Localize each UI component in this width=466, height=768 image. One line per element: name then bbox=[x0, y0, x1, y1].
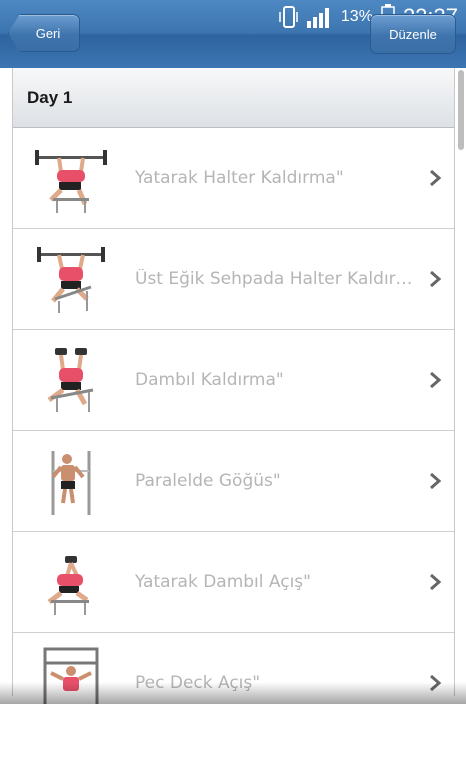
exercise-label: Yatarak Dambıl Açış" bbox=[135, 572, 311, 592]
bench-press-icon bbox=[35, 150, 107, 213]
chevron-right-icon bbox=[430, 472, 442, 490]
section-header: Day 1 bbox=[13, 68, 454, 128]
list-item[interactable]: Yatarak Halter Kaldırma" bbox=[13, 128, 454, 229]
bottom-shadow bbox=[0, 682, 466, 704]
parallel-dips-icon bbox=[51, 451, 91, 515]
back-button[interactable]: Geri bbox=[8, 14, 80, 52]
dumbbell-press-icon bbox=[47, 348, 94, 412]
bottom-area bbox=[0, 704, 466, 768]
scrollbar[interactable] bbox=[458, 70, 464, 150]
exercise-label: Yatarak Halter Kaldırma" bbox=[135, 168, 344, 188]
list-item[interactable]: Dambıl Kaldırma" bbox=[13, 330, 454, 431]
exercise-label: Üst Eğik Sehpada Halter Kaldırma" bbox=[135, 269, 427, 289]
chevron-right-icon bbox=[430, 270, 442, 288]
signal-icon bbox=[306, 8, 329, 28]
exercise-label: Paralelde Göğüs" bbox=[135, 471, 281, 491]
battery-percent: 13% bbox=[340, 8, 373, 25]
exercise-list: Day 1 Yatarak Halter Kaldırma" Üst Eğik … bbox=[12, 68, 455, 734]
list-item[interactable]: Yatarak Dambıl Açış" bbox=[13, 532, 454, 633]
list-item[interactable]: Paralelde Göğüs" bbox=[13, 431, 454, 532]
dumbbell-fly-icon bbox=[47, 556, 89, 615]
incline-bench-press-icon bbox=[37, 247, 105, 313]
navigation-bar: 13% 22:37 Geri Düzenle bbox=[0, 0, 466, 68]
edit-button[interactable]: Düzenle bbox=[370, 14, 456, 54]
chevron-right-icon bbox=[430, 573, 442, 591]
vibrate-icon bbox=[279, 6, 298, 28]
exercise-label: Dambıl Kaldırma" bbox=[135, 370, 284, 390]
chevron-right-icon bbox=[430, 169, 442, 187]
chevron-right-icon bbox=[430, 371, 442, 389]
list-item[interactable]: Üst Eğik Sehpada Halter Kaldırma" bbox=[13, 229, 454, 330]
